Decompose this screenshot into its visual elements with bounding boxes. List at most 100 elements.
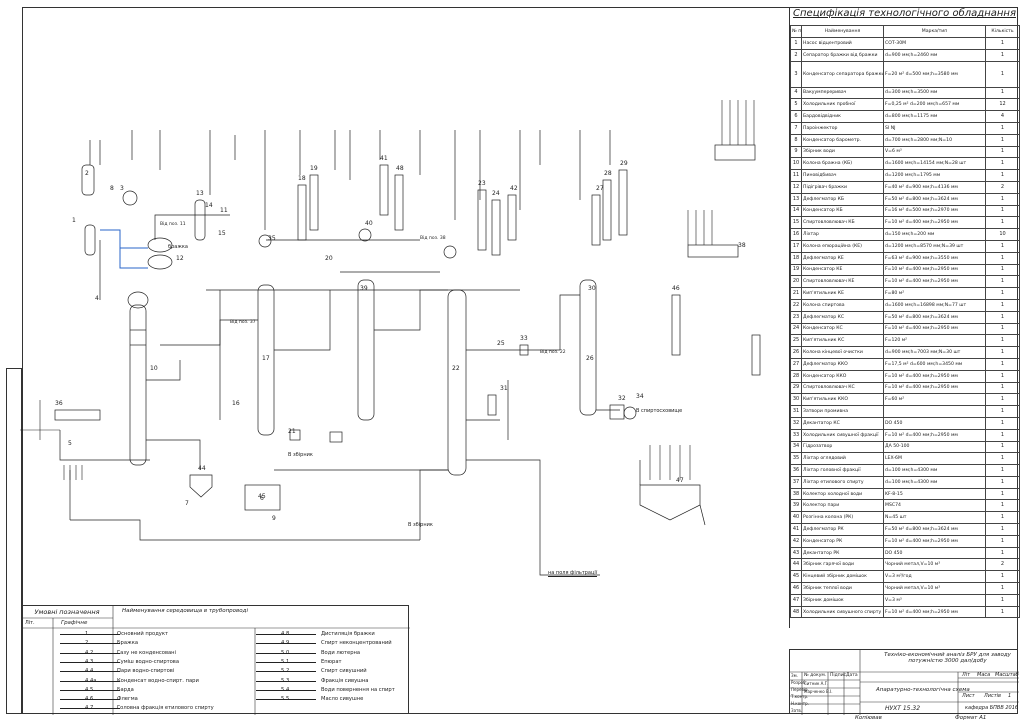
spec-mark: F=40 м² d=900 мм;h=4136 мм <box>883 180 986 194</box>
spec-row: 28 Конденсатор ККО F=10 м² d=400 мм;h=2950… <box>790 369 1020 383</box>
position-number: 24 <box>492 190 500 197</box>
position-number: 31 <box>500 385 508 392</box>
spec-pos: 30 <box>790 393 802 407</box>
spec-mark: ДА 50-100 <box>883 440 986 454</box>
spec-qty: 1 <box>985 216 1020 230</box>
spec-row: 24 Конденсатор КС F=10 м² d=400 мм;h=2950 … <box>790 322 1020 336</box>
spec-pos: 6 <box>790 110 802 123</box>
position-number: 46 <box>672 285 680 292</box>
spec-qty: 1 <box>985 593 1020 607</box>
spec-row: 11 Пиновідбивач d=1200 мм;h=1795 мм 1 <box>790 169 1020 182</box>
position-number: 30 <box>588 285 596 292</box>
spec-qty: 1 <box>985 275 1020 289</box>
spec-row: 13 Дефлегматор КБ F=50 м² d=800 мм;h=3624 … <box>790 192 1020 206</box>
col-sign: Підпис <box>830 673 847 678</box>
position-number: 26 <box>586 355 594 362</box>
position-number: 11 <box>220 207 228 214</box>
legend-line-label: Основний продукт <box>117 631 169 637</box>
spec-row: 35 Ліхтар оглядовий LEX-6M 1 <box>790 452 1020 466</box>
position-number: 17 <box>262 355 270 362</box>
legend: Умовні позначення Літ. Графічне Найменув… <box>22 605 410 715</box>
spec-qty: 1 <box>985 428 1020 442</box>
spec-name: Збірник гарячої води <box>801 558 884 572</box>
spec-row: 16 Ліхтар d=150 мм;h=200 мм 10 <box>790 228 1020 241</box>
spec-qty: 2 <box>985 558 1020 572</box>
spec-qty: 1 <box>985 263 1020 277</box>
spec-name: Збірник води <box>801 145 884 159</box>
spec-mark: F=60 м² <box>883 393 986 407</box>
spec-mark: d=800 мм;h=1175 мм <box>883 110 986 123</box>
spec-name: Дефлегматор КБ <box>801 192 884 206</box>
spec-name: Колона бражна (КБ) <box>801 157 884 171</box>
spec-pos: 43 <box>790 546 802 560</box>
spec-name: Дефлегматор ККО <box>801 357 884 371</box>
legend-line-code: 4.3 <box>85 658 94 665</box>
spec-qty: 1 <box>985 287 1020 300</box>
spec-qty: 1 <box>985 570 1020 584</box>
position-number: 4 <box>95 295 99 302</box>
spec-row: 38 Колектор холодної води KF-8-15 1 <box>790 487 1020 501</box>
spec-row: 5 Холодильник пробної F=0,25 м² d=200 мм;h… <box>790 98 1020 112</box>
spec-body: 1 Насос відцентровий СОТ-30М 1 2 Сепаратор бр… <box>790 37 1020 619</box>
position-number: 29 <box>620 160 628 167</box>
spec-qty: 1 <box>985 145 1020 159</box>
mass-label: Маса <box>977 672 991 678</box>
spec-qty: 1 <box>985 37 1020 50</box>
spec-header-name: Найменування <box>801 25 884 38</box>
spec-name: Колона спиртова <box>801 298 884 312</box>
spec-qty: 1 <box>985 523 1020 536</box>
spec-pos: 46 <box>790 582 802 595</box>
position-number: 45 <box>258 493 266 500</box>
spec-name: Декантатор КС <box>801 416 884 430</box>
spec-qty: 1 <box>985 440 1020 454</box>
spec-qty: 1 <box>985 60 1020 88</box>
spec-qty: 1 <box>985 251 1020 265</box>
spec-name: Конденсатор сепаратора бражки бражки <box>801 60 884 88</box>
spec-row: 47 Збірник домішок V=3 м³ 1 <box>790 593 1020 607</box>
spec-name: Збірник теплої води <box>801 582 884 595</box>
spec-row: 27 Дефлегматор ККО F=17,5 м² d=600 мм;h=34… <box>790 357 1020 371</box>
spec-pos: 44 <box>790 558 802 572</box>
spec-name: Бардовідвідник <box>801 110 884 123</box>
spec-name: Конденсатор КБ <box>801 204 884 218</box>
spec-qty: 1 <box>985 369 1020 383</box>
legend-line-label: Газу не конденсовані <box>117 649 177 656</box>
position-number: 27 <box>596 185 604 192</box>
spec-name: Холодильник сивушної фракції <box>801 428 884 442</box>
spec-qty: 1 <box>985 381 1020 395</box>
spec-qty: 1 <box>985 346 1020 359</box>
tag-to-collector: В збірник <box>288 452 313 458</box>
legend-line-code: 5.5 <box>281 696 290 703</box>
spec-qty: 1 <box>985 511 1020 525</box>
spec-qty: 1 <box>985 239 1020 253</box>
position-number: 3 <box>120 185 124 192</box>
spec-row: 6 Бардовідвідник d=800 мм;h=1175 мм 4 <box>790 110 1020 123</box>
spec-qty: 1 <box>985 310 1020 324</box>
position-number: 32 <box>618 395 626 402</box>
spec-row: 20 Спиртовловлювач КЕ F=10 м² d=400 мм;h=2… <box>790 275 1020 289</box>
spec-pos: 42 <box>790 534 802 548</box>
spec-mark: MSC74 <box>883 499 986 513</box>
tag-from-pos38: Від поз. 38 <box>420 236 446 241</box>
spec-name: Спиртовловлювач КЕ <box>801 275 884 289</box>
brazhka-line <box>100 229 148 269</box>
spec-row: 21 Кип'ятильник КЕ F=80 м² 1 <box>790 287 1020 300</box>
position-number: 33 <box>520 335 528 342</box>
title-role: Затв. <box>791 708 802 713</box>
spec-qty: 1 <box>985 464 1020 477</box>
spec-pos: 18 <box>790 251 802 265</box>
spec-mark: d=1200 мм;h=8570 мм;N=39 шт <box>883 239 986 253</box>
spec-row: 2 Сепаратор бражки від бражки d=900 мм;h=2… <box>790 48 1020 62</box>
spec-name: Ліхтар оглядовий <box>801 452 884 466</box>
legend-line-label: Конденсат водно-спирт. пари <box>117 677 199 684</box>
spec-pos: 32 <box>790 416 802 430</box>
spec-pos: 41 <box>790 523 802 536</box>
legend-line-code: 4.5 <box>85 686 94 693</box>
spec-qty: 1 <box>985 133 1020 147</box>
spec-row: 32 Декантатор КС DO 450 1 <box>790 416 1020 430</box>
spec-qty: 1 <box>985 452 1020 466</box>
spec-name: Дефлегматор РК <box>801 523 884 536</box>
spec-pos: 11 <box>790 169 802 182</box>
position-number: 10 <box>150 365 158 372</box>
spec-mark: DO 450 <box>883 546 986 560</box>
